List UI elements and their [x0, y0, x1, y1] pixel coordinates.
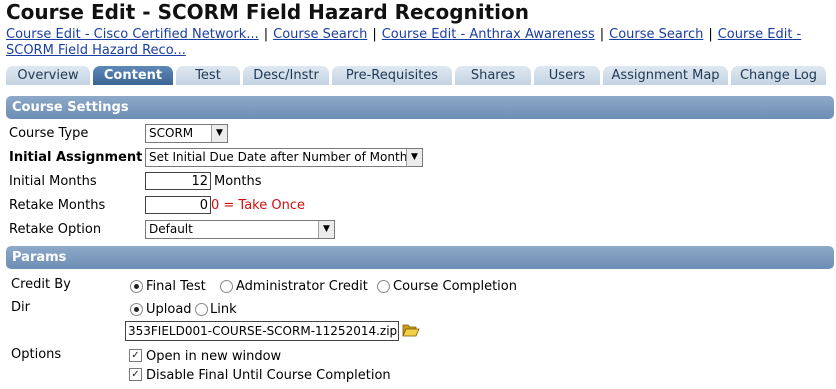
tab-content[interactable]: Content — [93, 66, 173, 85]
credit-by-label: Credit By — [11, 277, 71, 292]
chevron-down-icon: ▼ — [318, 221, 334, 238]
credit-completion-radio[interactable] — [377, 280, 390, 293]
dir-link-label: Link — [210, 302, 237, 317]
retake-months-input[interactable]: 0 — [145, 196, 211, 214]
tab-test[interactable]: Test — [176, 66, 240, 85]
disable-final-checkbox[interactable]: ✓ — [129, 368, 142, 381]
tab-assignment-map[interactable]: Assignment Map — [603, 66, 728, 85]
tab-change-log[interactable]: Change Log — [731, 66, 826, 85]
credit-admin-label: Administrator Credit — [236, 279, 368, 294]
retake-hint: 0 = Take Once — [211, 198, 305, 213]
chevron-down-icon: ▼ — [406, 149, 422, 166]
breadcrumb-link-course-search-2[interactable]: Course Search — [609, 27, 703, 42]
tab-pre-requisites[interactable]: Pre-Requisites — [332, 66, 452, 85]
course-type-value: SCORM — [149, 126, 194, 140]
breadcrumb-link-cisco[interactable]: Course Edit - Cisco Certified Network... — [6, 27, 259, 42]
breadcrumb-separator: | — [599, 27, 605, 42]
tab-shares[interactable]: Shares — [455, 66, 531, 85]
params-header: Params — [6, 246, 834, 269]
breadcrumb-separator: | — [372, 27, 377, 42]
course-type-select[interactable]: SCORM ▼ — [145, 124, 228, 143]
initial-months-input[interactable]: 12 — [145, 172, 211, 190]
options-label: Options — [11, 347, 62, 362]
course-settings-header: Course Settings — [6, 96, 834, 119]
chevron-down-icon: ▼ — [211, 125, 227, 142]
retake-option-value: Default — [149, 222, 193, 236]
disable-final-label: Disable Final Until Course Completion — [146, 368, 391, 383]
breadcrumb-link-course-search[interactable]: Course Search — [273, 27, 367, 42]
dir-link-radio[interactable] — [195, 303, 208, 316]
tab-users[interactable]: Users — [534, 66, 600, 85]
tab-desc-instr[interactable]: Desc/Instr — [243, 66, 329, 85]
dir-upload-radio[interactable] — [130, 303, 143, 316]
credit-final-test-radio[interactable] — [130, 280, 143, 293]
breadcrumb: Course Edit - Cisco Certified Network...… — [6, 27, 834, 59]
page-title: Course Edit - SCORM Field Hazard Recogni… — [6, 0, 530, 24]
initial-assignment-label: Initial Assignment — [9, 150, 143, 165]
tab-bar: Overview Content Test Desc/Instr Pre-Req… — [6, 66, 836, 85]
tab-overview[interactable]: Overview — [6, 66, 90, 85]
course-type-label: Course Type — [9, 126, 89, 141]
credit-completion-label: Course Completion — [393, 279, 517, 294]
folder-open-icon[interactable] — [402, 322, 420, 338]
breadcrumb-separator: | — [708, 27, 713, 42]
open-new-window-label: Open in new window — [146, 349, 282, 364]
credit-final-test-label: Final Test — [146, 279, 206, 294]
file-name-input[interactable]: 353FIELD001-COURSE-SCORM-11252014.zip — [125, 321, 399, 341]
initial-assignment-select[interactable]: Set Initial Due Date after Number of Mon… — [145, 148, 423, 167]
initial-assignment-value: Set Initial Due Date after Number of Mon… — [149, 150, 414, 164]
retake-option-label: Retake Option — [9, 222, 102, 237]
breadcrumb-link-anthrax[interactable]: Course Edit - Anthrax Awareness — [382, 27, 595, 42]
dir-upload-label: Upload — [146, 302, 192, 317]
dir-label: Dir — [11, 300, 30, 315]
retake-option-select[interactable]: Default ▼ — [145, 220, 335, 239]
months-unit-label: Months — [214, 174, 262, 189]
retake-months-label: Retake Months — [9, 198, 106, 213]
breadcrumb-separator: | — [263, 27, 269, 42]
open-new-window-checkbox[interactable]: ✓ — [129, 349, 142, 362]
initial-months-label: Initial Months — [9, 174, 97, 189]
credit-admin-radio[interactable] — [220, 280, 233, 293]
